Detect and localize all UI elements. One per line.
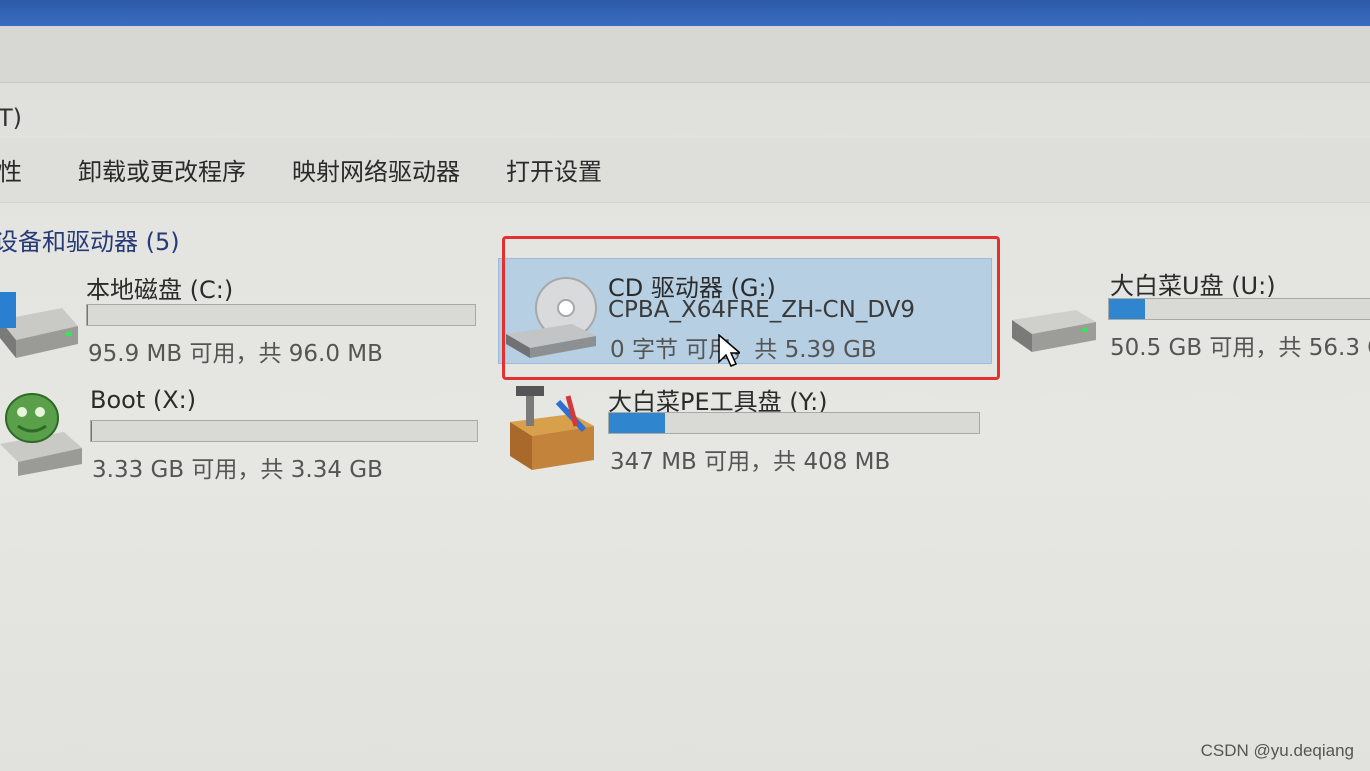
usb-drive-icon (1012, 310, 1096, 352)
drive-usage-fill (1109, 299, 1146, 319)
address-bar-area (0, 26, 1370, 83)
window-titlebar (0, 0, 1370, 26)
drive-usage-bar (90, 420, 478, 442)
drive-space-info: 95.9 MB 可用，共 96.0 MB (88, 341, 383, 367)
annotation-highlight-box (502, 236, 1000, 380)
drive-usage-fill (609, 413, 665, 433)
drive-usage-fill (91, 421, 93, 441)
drive-name: 大白菜U盘 (U:) (1110, 272, 1276, 300)
drive-space-info: 347 MB 可用，共 408 MB (610, 449, 891, 475)
mouse-cursor-icon (718, 334, 740, 367)
drive-usage-bar (1108, 298, 1370, 320)
drive-usage-bar (608, 412, 980, 434)
drive-usage-bar (86, 304, 476, 326)
menu-item-fragment[interactable]: T) (0, 104, 22, 132)
drive-space-info: 3.33 GB 可用，共 3.34 GB (92, 457, 383, 483)
watermark: CSDN @yu.deqiang (1200, 741, 1354, 760)
drive-name: Boot (X:) (90, 386, 197, 414)
ribbon-properties[interactable]: 属性 (0, 152, 22, 187)
toolbox-icon (510, 386, 594, 470)
ribbon-uninstall-program[interactable]: 卸载或更改程序 (78, 152, 246, 187)
ribbon-open-settings[interactable]: 打开设置 (506, 152, 602, 187)
drive-space-info: 50.5 GB 可用，共 56.3 GB (1110, 335, 1370, 361)
drive-name: 本地磁盘 (C:) (86, 276, 234, 304)
ribbon-map-network-drive[interactable]: 映射网络驱动器 (292, 152, 460, 187)
menu-bar (0, 82, 1370, 139)
section-devices-and-drives[interactable]: 设备和驱动器 (5) (0, 222, 180, 257)
boot-drive-icon (0, 393, 82, 476)
hard-drive-icon (0, 292, 78, 358)
